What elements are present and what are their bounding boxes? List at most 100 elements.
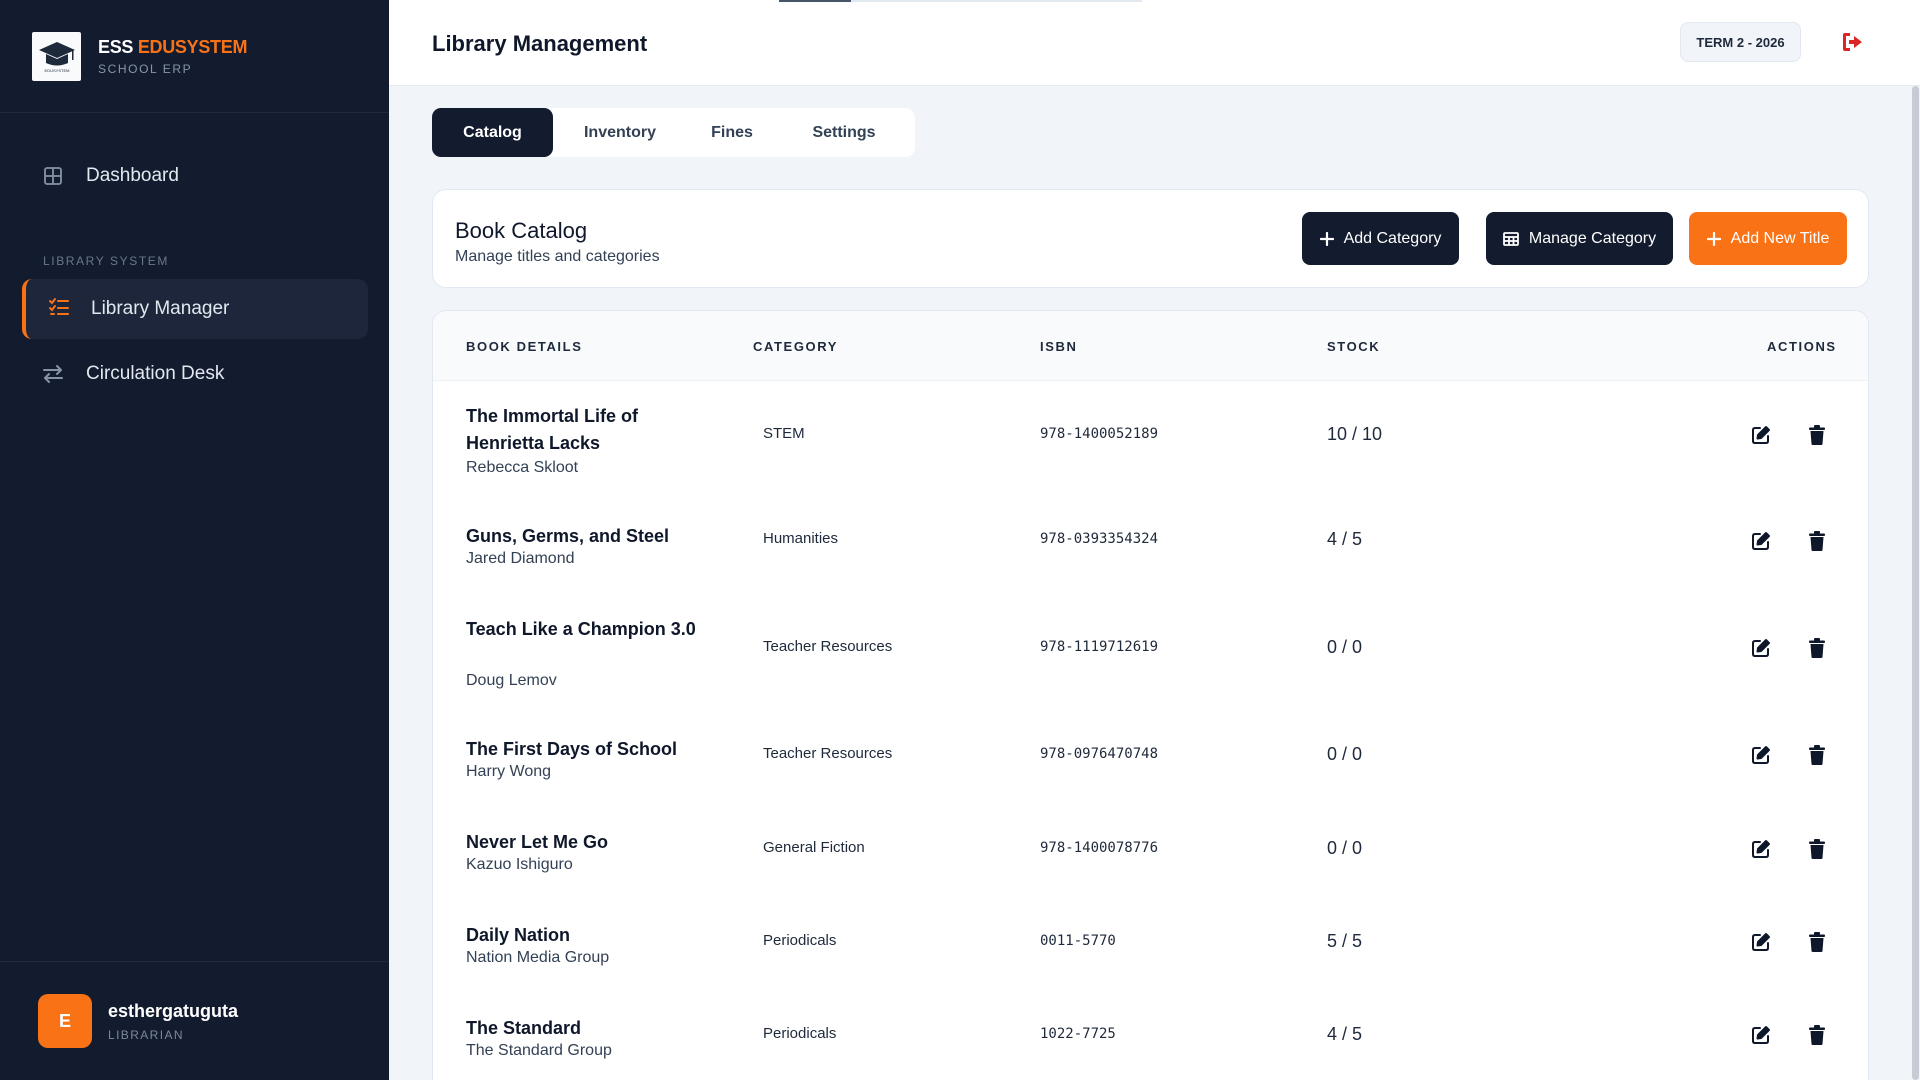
catalog-title: Book Catalog (455, 218, 588, 243)
manage-category-button[interactable]: Manage Category (1486, 212, 1673, 265)
add-category-button[interactable]: Add Category (1302, 212, 1459, 265)
button-label: Add Category (1343, 229, 1442, 247)
user-profile[interactable]: E esthergatuguta LIBRARIAN (0, 961, 389, 1080)
tab-fines[interactable]: Fines (687, 108, 777, 157)
book-isbn: 978-1400078776 (1040, 840, 1159, 856)
sidebar-item-dashboard[interactable]: Dashboard (41, 164, 179, 188)
book-isbn: 978-1119712619 (1040, 639, 1159, 655)
logo-text: EDUSYSTEM (44, 68, 69, 73)
button-label: Add New Title (1730, 229, 1830, 247)
column-header-actions: ACTIONS (1767, 339, 1837, 354)
book-author: The Standard Group (466, 1042, 612, 1059)
brand-name-primary: ESS (98, 36, 134, 57)
trash-icon[interactable] (1805, 837, 1829, 861)
tab-catalog[interactable]: Catalog (432, 108, 553, 157)
column-header-book: BOOK DETAILS (466, 339, 583, 354)
book-stock: 4 / 5 (1327, 1024, 1363, 1044)
column-header-stock: STOCK (1327, 339, 1381, 354)
book-category: Teacher Resources (763, 745, 893, 762)
book-stock: 5 / 5 (1327, 931, 1363, 951)
book-isbn: 978-0393354324 (1040, 531, 1159, 547)
trash-icon[interactable] (1805, 636, 1829, 660)
progress-strip-fill (779, 0, 851, 2)
book-title: The Standard (466, 1018, 582, 1038)
plus-icon (1319, 231, 1334, 246)
tab-inventory[interactable]: Inventory (565, 108, 675, 157)
term-badge[interactable]: TERM 2 - 2026 (1680, 22, 1801, 62)
scrollbar-thumb[interactable] (1912, 86, 1919, 1080)
book-author: Jared Diamond (466, 550, 575, 567)
book-stock: 10 / 10 (1327, 424, 1383, 444)
sidebar-item-label: Dashboard (86, 165, 179, 186)
book-author: Rebecca Skloot (466, 459, 579, 476)
book-category: General Fiction (763, 839, 865, 856)
edit-icon[interactable] (1749, 930, 1773, 954)
arrows-exchange-icon (41, 362, 65, 386)
book-table: BOOK DETAILS CATEGORY ISBN STOCK ACTIONS… (432, 310, 1869, 1080)
edit-icon[interactable] (1749, 636, 1773, 660)
sidebar-item-label: Library Manager (91, 298, 230, 319)
edit-icon[interactable] (1749, 529, 1773, 553)
book-author: Kazuo Ishiguro (466, 856, 573, 873)
book-category: Periodicals (763, 1025, 837, 1042)
tab-settings[interactable]: Settings (784, 108, 904, 157)
edit-icon[interactable] (1749, 423, 1773, 447)
brand[interactable]: EDUSYSTEM ESS EDUSYSTEM SCHOOL ERP (0, 0, 389, 113)
book-author: Doug Lemov (466, 672, 557, 689)
sidebar-item-circulation-desk[interactable]: Circulation Desk (41, 362, 224, 386)
book-stock: 0 / 0 (1327, 744, 1363, 764)
table-icon (1503, 231, 1519, 246)
book-category: Humanities (763, 530, 839, 547)
add-new-title-button[interactable]: Add New Title (1689, 212, 1847, 265)
sidebar-item-library-manager[interactable]: Library Manager (22, 279, 368, 339)
edit-icon[interactable] (1749, 743, 1773, 767)
book-title: Daily Nation (466, 925, 571, 945)
book-stock: 0 / 0 (1327, 637, 1363, 657)
avatar: E (38, 994, 92, 1048)
book-category: Teacher Resources (763, 638, 893, 655)
trash-icon[interactable] (1805, 743, 1829, 767)
catalog-header-card: Book Catalog Manage titles and categorie… (432, 189, 1869, 288)
table-header: BOOK DETAILS CATEGORY ISBN STOCK ACTIONS (433, 311, 1868, 381)
page-title: Library Management (432, 31, 648, 56)
book-author: Nation Media Group (466, 949, 610, 966)
book-isbn: 0011-5770 (1040, 933, 1116, 949)
trash-icon[interactable] (1805, 423, 1829, 447)
catalog-subtitle: Manage titles and categories (455, 248, 660, 265)
trash-icon[interactable] (1805, 529, 1829, 553)
grid-icon (41, 164, 65, 188)
trash-icon[interactable] (1805, 930, 1829, 954)
top-header: Library Management TERM 2 - 2026 (389, 0, 1920, 86)
brand-name-accent: EDUSYSTEM (137, 36, 248, 57)
brand-name: ESS EDUSYSTEM (98, 37, 247, 58)
book-isbn: 1022-7725 (1040, 1026, 1116, 1042)
book-title: Never Let Me Go (466, 832, 609, 852)
user-role: LIBRARIAN (108, 1027, 184, 1042)
tab-bar: Catalog Inventory Fines Settings (432, 108, 915, 157)
book-title: The Immortal Life of Henrietta Lacks (466, 406, 639, 453)
sidebar-item-label: Circulation Desk (86, 363, 225, 384)
edit-icon[interactable] (1749, 837, 1773, 861)
book-author: Harry Wong (466, 763, 552, 780)
list-check-icon (48, 297, 70, 322)
book-isbn: 978-0976470748 (1040, 746, 1159, 762)
button-label: Manage Category (1528, 229, 1657, 247)
logout-icon[interactable] (1839, 28, 1867, 56)
plus-icon (1706, 231, 1721, 246)
user-name: esthergatuguta (108, 1000, 239, 1021)
book-category: Periodicals (763, 932, 837, 949)
trash-icon[interactable] (1805, 1023, 1829, 1047)
book-stock: 0 / 0 (1327, 838, 1363, 858)
book-isbn: 978-1400052189 (1040, 426, 1159, 442)
sidebar: EDUSYSTEM ESS EDUSYSTEM SCHOOL ERP Dashb… (0, 0, 389, 1080)
column-header-isbn: ISBN (1040, 339, 1078, 354)
edit-icon[interactable] (1749, 1023, 1773, 1047)
section-label: LIBRARY SYSTEM (43, 254, 169, 268)
column-header-category: CATEGORY (753, 339, 839, 354)
book-category: STEM (763, 425, 805, 442)
book-title: Guns, Germs, and Steel (466, 526, 670, 546)
school-logo: EDUSYSTEM (32, 31, 81, 81)
book-title: The First Days of School (466, 739, 678, 759)
brand-subtitle: SCHOOL ERP (98, 61, 193, 76)
book-title: Teach Like a Champion 3.0 (466, 619, 696, 639)
